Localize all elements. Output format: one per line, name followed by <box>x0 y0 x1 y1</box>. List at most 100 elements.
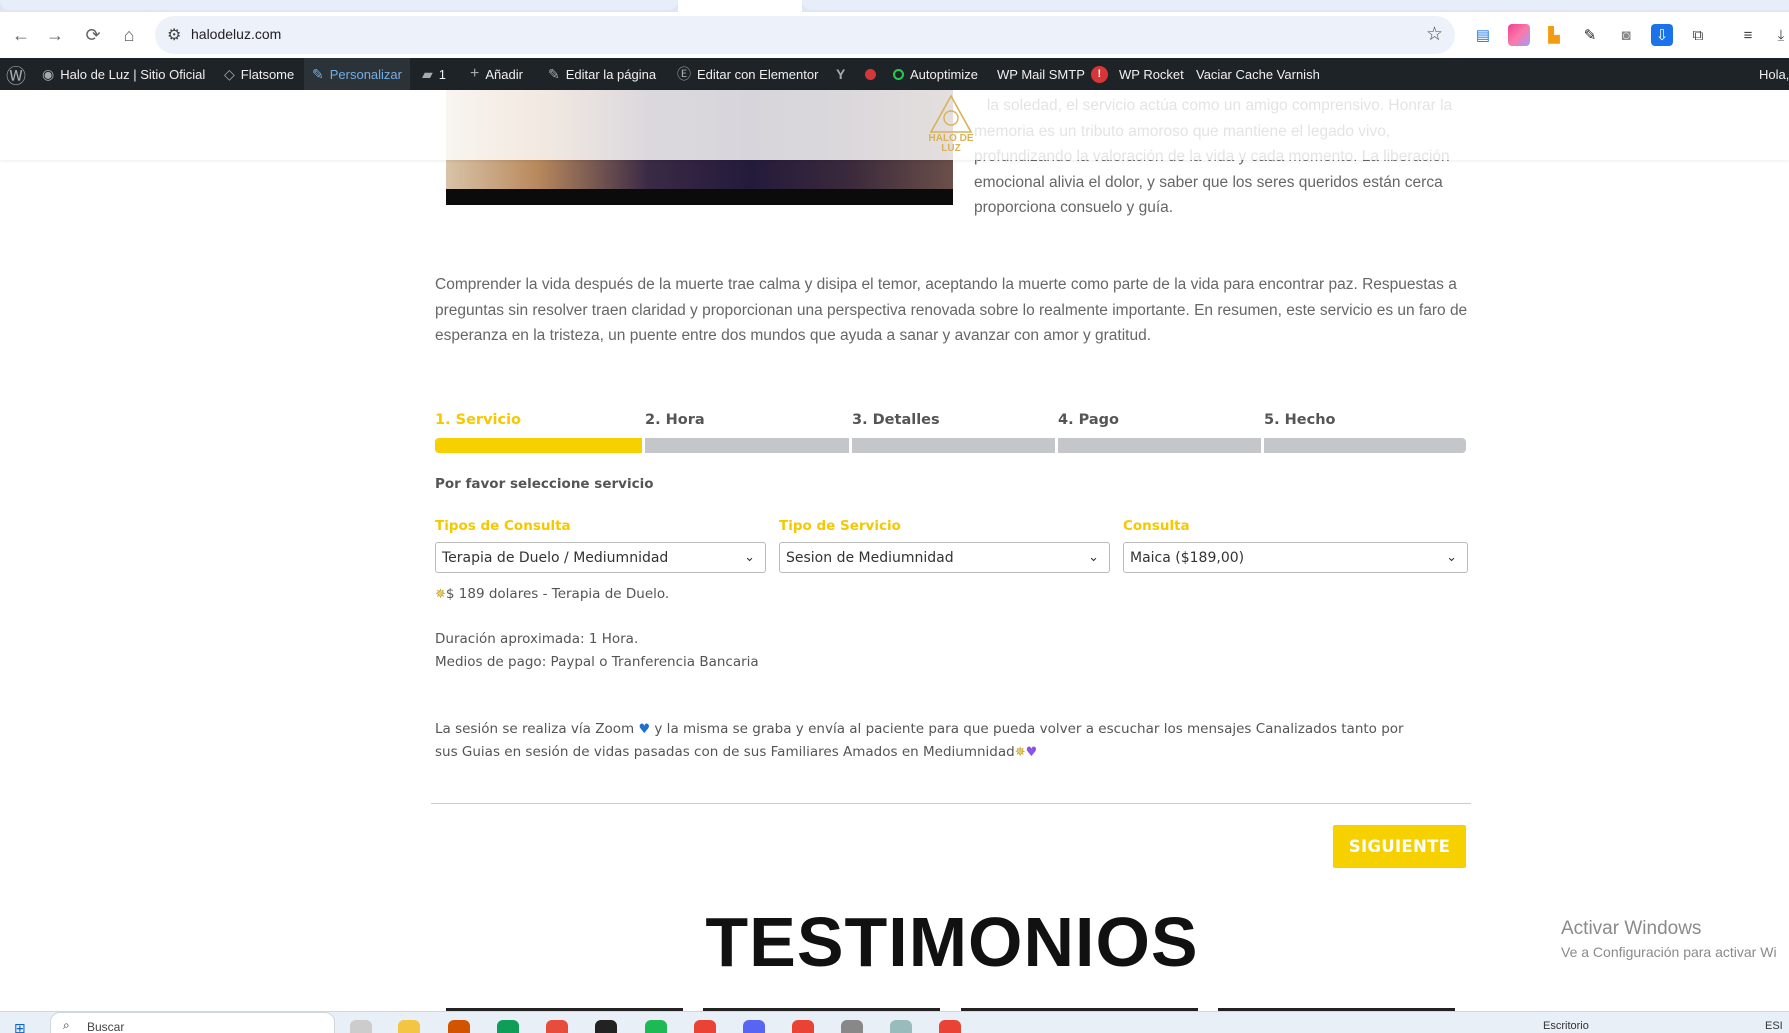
windows-start-icon[interactable]: ⊞ <box>14 1020 26 1033</box>
diamond-icon: ◇ <box>224 65 235 82</box>
consulta-select[interactable]: Maica ($189,00) ⌄ <box>1123 542 1468 573</box>
address-bar[interactable]: ⚙ halodeluz.com ☆ <box>155 16 1455 54</box>
site-logo[interactable]: HALO DE LUZ <box>922 94 980 156</box>
step-2-label: 2. Hora <box>645 412 705 428</box>
taskview-icon[interactable] <box>350 1020 372 1033</box>
autoptimize-status-icon <box>893 68 904 80</box>
admin-flatsome[interactable]: ◇ Flatsome <box>224 58 294 90</box>
price-line: ✵$ 189 dolares - Terapia de Duelo. <box>435 583 669 606</box>
step-1-bar <box>435 438 642 453</box>
comment-icon: ▰ <box>422 65 433 82</box>
admin-varnish[interactable]: Vaciar Cache Varnish <box>1196 58 1320 90</box>
elementor-icon: Ⓔ <box>677 66 691 82</box>
home-icon[interactable]: ⌂ <box>116 22 142 48</box>
camera-extension-icon[interactable]: ◙ <box>1615 24 1637 46</box>
translate-extension-icon[interactable]: ▤ <box>1472 24 1494 46</box>
dashboard-icon: ◉ <box>42 65 55 82</box>
payment-line: Medios de pago: Paypal o Tranferencia Ba… <box>435 654 759 670</box>
admin-personalize[interactable]: ✎ Personalizar <box>304 58 410 90</box>
step-3-bar <box>852 438 1055 453</box>
browser-tab[interactable] <box>802 0 1789 10</box>
calculator-icon[interactable] <box>841 1020 863 1033</box>
taskbar-search[interactable]: ⌕ Buscar <box>50 1012 335 1033</box>
chevron-down-icon: ⌄ <box>744 549 755 564</box>
eyedropper-extension-icon[interactable]: ✎ <box>1579 24 1601 46</box>
language-indicator[interactable]: ESI <box>1765 1020 1783 1032</box>
purple-heart-icon: ♥ <box>1025 745 1038 760</box>
spotify-icon[interactable] <box>645 1020 667 1033</box>
reading-list-icon[interactable]: ≡ <box>1737 24 1759 46</box>
consulta-type-label: Tipos de Consulta <box>435 518 571 534</box>
yoast-icon[interactable]: Y <box>836 58 845 90</box>
back-icon[interactable]: ← <box>8 22 34 48</box>
bookmark-star-icon[interactable]: ☆ <box>1426 23 1443 46</box>
url-text[interactable]: halodeluz.com <box>191 26 281 42</box>
logo-text-line2: LUZ <box>941 143 961 154</box>
consulta-type-value: Terapia de Duelo / Mediumnidad <box>442 550 669 566</box>
capcut-icon[interactable] <box>595 1020 617 1033</box>
admin-comments[interactable]: ▰ 1 <box>422 58 446 90</box>
site-info-icon[interactable]: ⚙ <box>167 25 181 45</box>
wp-admin-bar: Ⓦ ◉ Halo de Luz | Sitio Oficial ◇ Flatso… <box>0 58 1789 90</box>
admin-wp-mail-smtp[interactable]: WP Mail SMTP ! <box>997 58 1108 90</box>
step-1-label: 1. Servicio <box>435 412 522 428</box>
admin-add-new[interactable]: + Añadir <box>470 58 523 90</box>
orange-extension-icon[interactable]: ▙ <box>1543 24 1565 46</box>
step-4-label: 4. Pago <box>1058 412 1120 428</box>
seo-status-dot[interactable] <box>865 58 876 90</box>
wordpress-logo-icon[interactable]: Ⓦ <box>6 58 26 90</box>
browser-toolbar: ← → ⟳ ⌂ ⚙ halodeluz.com ☆ ▤ ▙ ✎ ◙ ⇩ ⧉ ≡ … <box>0 12 1789 58</box>
step-3-label: 3. Detalles <box>852 412 940 428</box>
service-type-value: Sesion de Mediumnidad <box>786 550 954 566</box>
consulta-label: Consulta <box>1123 518 1190 534</box>
reload-icon[interactable]: ⟳ <box>80 22 106 48</box>
search-icon: ⌕ <box>63 1018 70 1032</box>
browser-tab-strip <box>0 0 1789 12</box>
duration-line: Duración aproximada: 1 Hora. <box>435 631 639 647</box>
admin-edit-elementor[interactable]: Ⓔ Editar con Elementor <box>677 58 818 90</box>
browser-tab[interactable] <box>0 0 678 10</box>
step-4-bar <box>1058 438 1261 453</box>
testimonials-heading: TESTIMONIOS <box>705 903 1199 981</box>
service-type-select[interactable]: Sesion de Mediumnidad ⌄ <box>779 542 1110 573</box>
chevron-down-icon: ⌄ <box>1088 549 1099 564</box>
desktop-label[interactable]: Escritorio <box>1543 1020 1589 1032</box>
step-5-label: 5. Hecho <box>1264 412 1336 428</box>
windows-activation-watermark: Activar Windows Ve a Configuración para … <box>1561 918 1777 960</box>
app-icon[interactable] <box>497 1020 519 1033</box>
admin-wp-rocket[interactable]: WP Rocket <box>1119 58 1184 90</box>
blue-heart-icon: ♥ <box>638 722 651 737</box>
app-icon[interactable] <box>743 1020 765 1033</box>
admin-autoptimize[interactable]: Autoptimize <box>893 58 978 90</box>
pencil-icon: ✎ <box>548 65 560 82</box>
browser-tab-active[interactable] <box>678 0 802 12</box>
consulta-value: Maica ($189,00) <box>1130 550 1245 566</box>
consulta-type-select[interactable]: Terapia de Duelo / Mediumnidad ⌄ <box>435 542 766 573</box>
chevron-down-icon: ⌄ <box>1446 549 1457 564</box>
step-5-bar <box>1264 438 1466 453</box>
windows-taskbar: ⊞ ⌕ Buscar Escritorio ESI <box>0 1011 1789 1033</box>
app-icon[interactable] <box>546 1020 568 1033</box>
admin-edit-page[interactable]: ✎ Editar la página <box>548 58 656 90</box>
booking-title: Por favor seleccione servicio <box>435 476 654 492</box>
site-header: HALO DE LUZ <box>0 90 1789 160</box>
color-extension-icon[interactable] <box>1508 24 1530 46</box>
next-button[interactable]: SIGUIENTE <box>1333 825 1466 868</box>
alert-badge: ! <box>1090 65 1108 83</box>
service-type-label: Tipo de Servicio <box>779 518 901 534</box>
downloads-icon[interactable]: ⤓ <box>1770 24 1789 46</box>
triangle-logo-icon <box>929 94 973 133</box>
file-explorer-icon[interactable] <box>398 1020 420 1033</box>
download-extension-icon[interactable]: ⇩ <box>1651 24 1673 46</box>
brush-icon: ✎ <box>312 65 324 82</box>
forward-icon[interactable]: → <box>42 22 68 48</box>
extensions-puzzle-icon[interactable]: ⧉ <box>1687 24 1709 46</box>
app-icon[interactable] <box>448 1020 470 1033</box>
chrome-icon[interactable] <box>694 1020 716 1033</box>
admin-greeting[interactable]: Hola, <box>1759 58 1789 90</box>
admin-site-name[interactable]: ◉ Halo de Luz | Sitio Oficial <box>42 58 205 90</box>
plus-icon: + <box>470 65 480 82</box>
app-icon[interactable] <box>890 1020 912 1033</box>
chrome-icon[interactable] <box>939 1020 961 1033</box>
chrome-icon[interactable] <box>792 1020 814 1033</box>
